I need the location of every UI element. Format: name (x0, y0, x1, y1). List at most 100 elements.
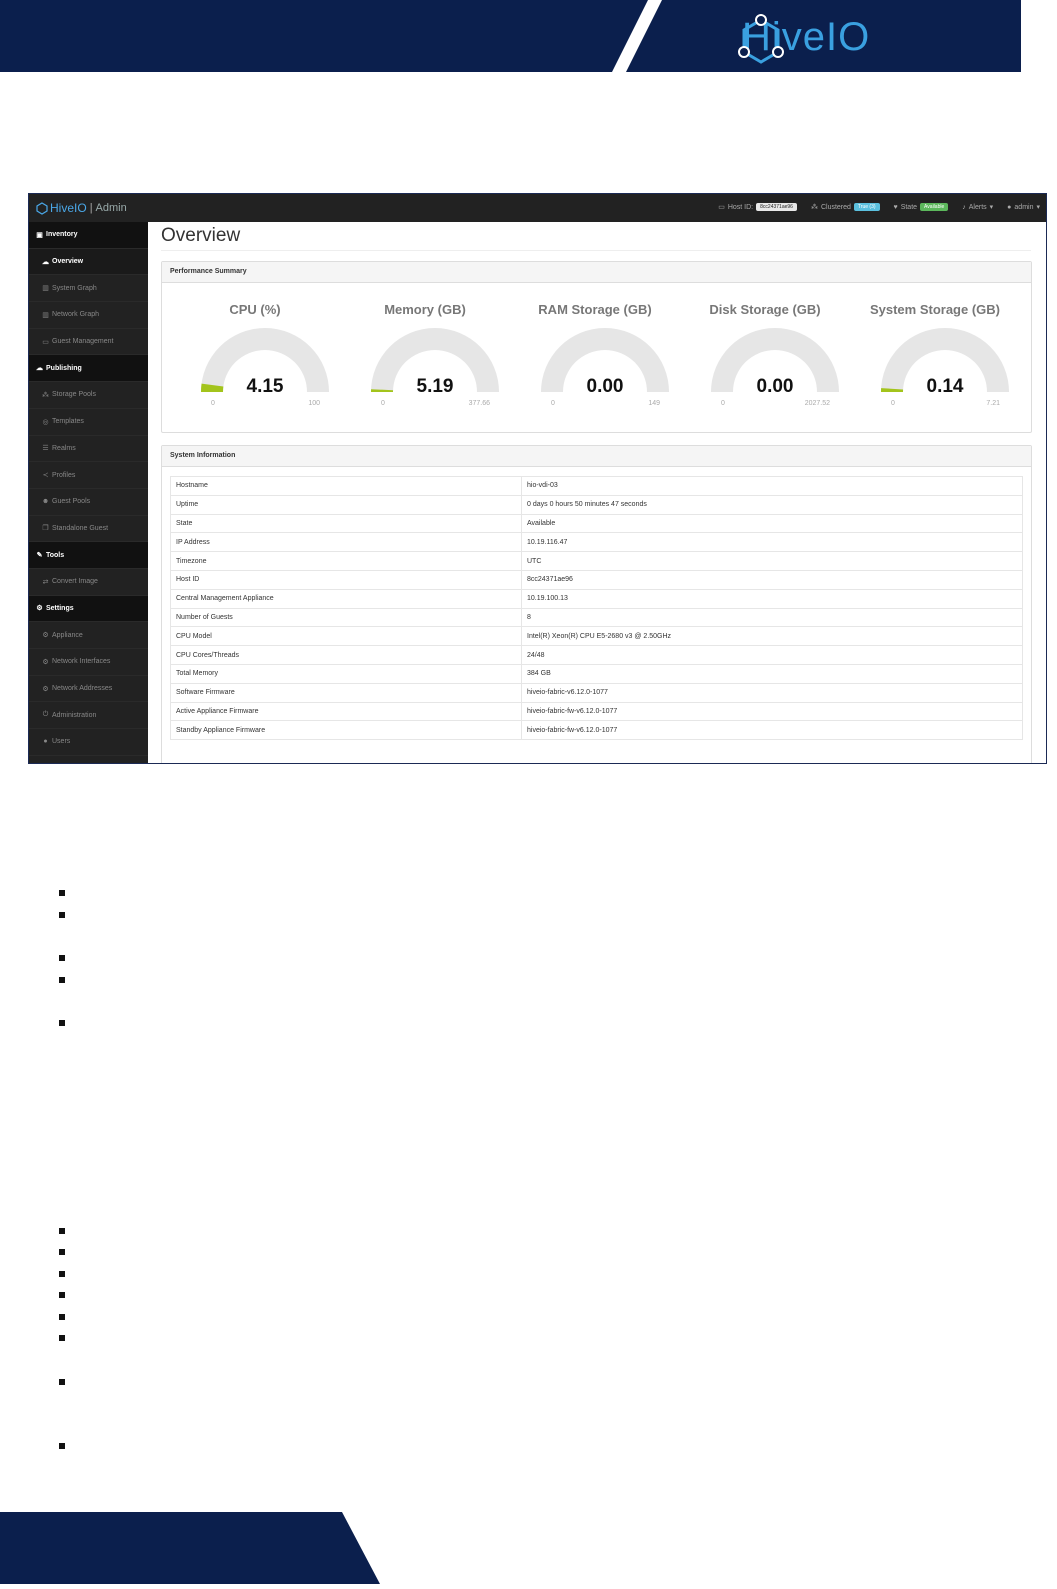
gauge-title: CPU (%) (229, 302, 281, 317)
state-label: State (900, 203, 918, 211)
app-logo-text: HiveIO (50, 201, 87, 215)
cogs-icon: ⚙ (36, 605, 43, 613)
hexagon-logo-icon (36, 202, 48, 215)
list-bullet (59, 1314, 65, 1320)
info-key: Active Appliance Firmware (170, 701, 522, 722)
info-value: Intel(R) Xeon(R) CPU E5-2680 v3 @ 2.50GH… (521, 626, 1023, 647)
inventory-icon: ▣ (36, 231, 43, 239)
info-value: 384 GB (521, 663, 1023, 684)
sidebar-item-system-graph[interactable]: ▥ System Graph (29, 275, 148, 303)
info-key: Standby Appliance Firmware (170, 720, 522, 741)
info-key: State (170, 513, 522, 534)
sidebar-item-realms[interactable]: ☰ Realms (29, 436, 148, 463)
sidebar-item-inventory[interactable]: ▣ Inventory (29, 222, 148, 249)
sidebar-item-guest-management[interactable]: ▭ Guest Management (29, 329, 148, 356)
sidebar-item-label: Settings (46, 604, 74, 612)
template-icon: ◎ (42, 418, 49, 426)
gauge-value: 4.15 (246, 376, 284, 397)
sidebar-item-network-interfaces[interactable]: ⚙ Network Interfaces (29, 649, 148, 676)
gauge-min-label: 0 (721, 400, 725, 407)
sidebar-item-profiles[interactable]: ≺ Profiles (29, 462, 148, 489)
info-value: hiveio-fabric-fw-v6.12.0-1077 (521, 701, 1023, 722)
info-value: UTC (521, 551, 1023, 571)
gauge-disk-storage-gb: Disk Storage (GB) 0.00 0 2027.52 (680, 282, 850, 432)
power-icon: ⏻ (42, 711, 49, 719)
sidebar-item-label: Publishing (46, 364, 82, 372)
table-row: Hostname hio-vdi-03 (170, 476, 1023, 496)
sidebar-item-network-graph[interactable]: ▥ Network Graph (29, 302, 148, 329)
sidebar-item-storage-pools[interactable]: ⁂ Storage Pools (29, 382, 148, 409)
user-dropdown[interactable]: ● admin ▾ (1007, 203, 1040, 212)
gauge-title: Disk Storage (GB) (709, 302, 821, 317)
list-bullet (59, 1443, 65, 1449)
caret-down-icon: ▾ (989, 204, 994, 211)
panel-heading: Performance Summary (162, 262, 1031, 283)
sidebar-item-settings[interactable]: ⚙ Settings (29, 595, 148, 623)
table-row: Central Management Appliance 10.19.100.13 (170, 588, 1023, 609)
sidebar-item-overview[interactable]: ☁ Overview (29, 248, 148, 276)
table-row: CPU Cores/Threads 24/48 (170, 645, 1023, 665)
list-bullet (59, 1335, 65, 1341)
sidebar-item-publishing[interactable]: ☁ Publishing (29, 355, 148, 383)
sidebar-item-appliance[interactable]: ⚙ Appliance (29, 622, 148, 649)
info-key: CPU Model (170, 626, 522, 647)
sidebar-item-label: System Graph (52, 284, 97, 292)
navbar-right: ▭ Host ID: 8cc24371ae96 ⁂ Clustered True… (718, 203, 1040, 211)
exchange-icon: ⇄ (42, 578, 49, 586)
list-bullet (59, 912, 65, 918)
copy-icon: ❐ (42, 525, 49, 533)
gauge-max-label: 377.66 (468, 400, 490, 407)
users-icon: ☻ (41, 498, 50, 506)
gauge-max-label: 7.21 (986, 400, 1000, 407)
hexagon-logo-icon (738, 14, 784, 64)
sidebar-item-guest-pools[interactable]: ☻ Guest Pools (29, 489, 148, 516)
sidebar-item-label: Convert Image (52, 578, 98, 586)
system-info-table: Hostname hio-vdi-03 Uptime 0 days 0 hours 5… (170, 476, 1023, 741)
host-id-label: Host ID: (727, 203, 754, 211)
sidebar-item-label: Administration (52, 711, 97, 719)
sidebar-item-label: Tools (46, 551, 65, 559)
admin-screenshot: HiveIO | Admin ▭ Host ID: 8cc24371ae96 ⁂… (28, 193, 1047, 764)
sidebar-item-label: Realms (52, 444, 76, 452)
share-icon: ≺ (42, 472, 49, 480)
sidebar-item-label: Templates (52, 418, 84, 426)
app-brand[interactable]: HiveIO | Admin (36, 201, 127, 215)
bell-icon: ♪ (962, 203, 966, 211)
gauge-min-label: 0 (891, 400, 895, 407)
list-bullet (59, 1228, 65, 1234)
gauge-title: RAM Storage (GB) (538, 302, 652, 317)
title-divider (161, 250, 1031, 251)
sidebar-item-templates[interactable]: ◎ Templates (29, 409, 148, 436)
gauge-max-label: 100 (308, 400, 320, 407)
gauge-min-label: 0 (381, 400, 385, 407)
chart-icon: ▥ (42, 311, 49, 319)
list-bullet (59, 1271, 65, 1277)
sitemap-icon: ⁂ (810, 204, 818, 211)
table-row: Total Memory 384 GB (170, 663, 1023, 684)
sidebar-item-users[interactable]: ● Users (29, 729, 148, 756)
state-badge: Available (920, 203, 949, 211)
sidebar: ▣ Inventory ☁ Overview ▥ System Graph ▥ Network… (29, 222, 148, 763)
sidebar-item-convert-image[interactable]: ⇄ Convert Image (29, 569, 148, 596)
info-key: Central Management Appliance (170, 588, 522, 609)
table-row: CPU Model Intel(R) Xeon(R) CPU E5-2680 v3… (170, 626, 1023, 647)
sidebar-item-network-addresses[interactable]: ⚙ Network Addresses (29, 676, 148, 703)
alerts-dropdown[interactable]: ♪ Alerts ▾ (962, 203, 994, 212)
gear-icon: ⚙ (42, 658, 49, 666)
table-row: Active Appliance Firmware hiveio-fabric-f… (170, 701, 1023, 722)
sidebar-item-label: Network Addresses (52, 685, 113, 693)
table-row: Number of Guests 8 (170, 607, 1023, 628)
user-icon: ● (1007, 203, 1012, 211)
sidebar-item-label: Appliance (52, 631, 83, 639)
sidebar-item-standalone-guest[interactable]: ❐ Standalone Guest (29, 516, 148, 543)
list-bullet (59, 1249, 65, 1255)
gauge-value: 0.00 (586, 376, 624, 397)
app-brand-suffix: Admin (95, 202, 127, 214)
sidebar-item-tools[interactable]: ✎ Tools (29, 542, 148, 569)
info-key: Hostname (170, 476, 522, 496)
gauge-value: 0.14 (926, 376, 964, 397)
table-row: IP Address 10.19.116.47 (170, 532, 1023, 553)
sidebar-item-administration[interactable]: ⏻ Administration (29, 702, 148, 730)
user-icon: ● (43, 738, 48, 746)
info-key: Host ID (170, 569, 522, 590)
